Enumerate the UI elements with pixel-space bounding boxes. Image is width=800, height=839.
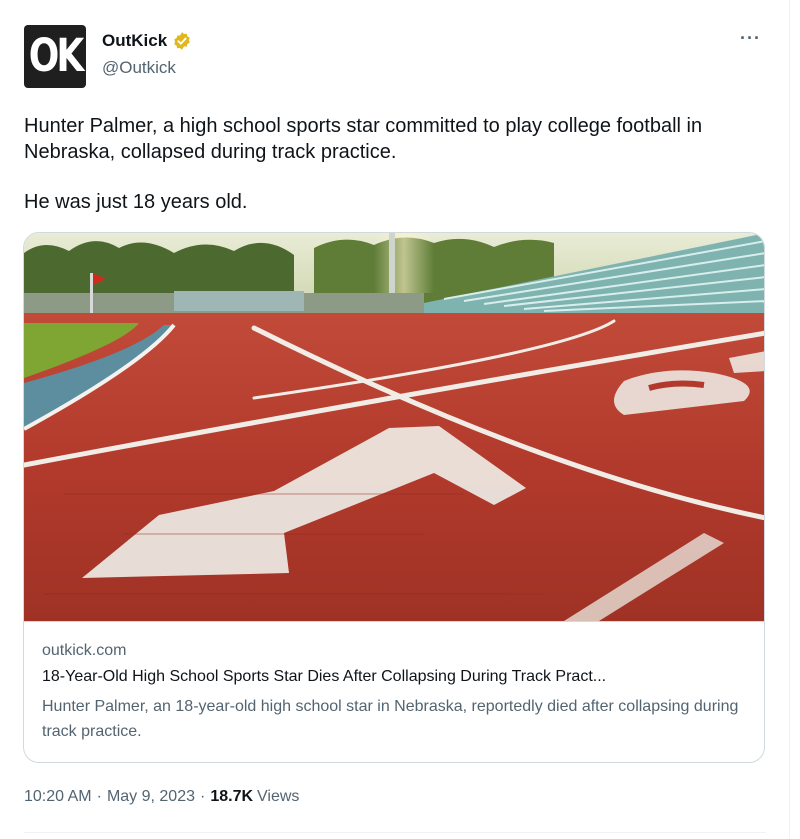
- card-domain: outkick.com: [42, 642, 127, 659]
- link-card[interactable]: outkick.com 18-Year-Old High School Spor…: [23, 232, 765, 763]
- more-dots-icon[interactable]: ···: [740, 28, 761, 49]
- verified-badge-icon: [174, 32, 190, 50]
- author-handle[interactable]: @Outkick: [102, 58, 176, 78]
- meta-separator: ·: [200, 788, 206, 805]
- views-label[interactable]: Views: [257, 788, 299, 806]
- tweet-date[interactable]: May 9, 2023: [107, 788, 195, 806]
- display-name[interactable]: OutKick: [102, 31, 167, 51]
- meta-separator: ·: [96, 788, 102, 805]
- track-lanes-photo[interactable]: [24, 233, 765, 621]
- card-title: 18-Year-Old High School Sports Star Dies…: [42, 668, 607, 685]
- views-count[interactable]: 18.7K: [210, 788, 253, 806]
- tweet-meta: 10:20 AM · May 9, 2023 · 18.7K Views: [24, 788, 299, 806]
- tweet-text: Hunter Palmer, a high school sports star…: [24, 113, 744, 215]
- author-name-row: OutKick: [102, 31, 192, 51]
- avatar[interactable]: OK: [24, 25, 86, 88]
- link-card-body[interactable]: outkick.com 18-Year-Old High School Spor…: [24, 621, 764, 762]
- avatar-logo-text: OK: [28, 30, 84, 83]
- card-description: Hunter Palmer, an 18-year-old high schoo…: [42, 698, 739, 740]
- tweet-time[interactable]: 10:20 AM: [24, 788, 92, 806]
- tweet-paragraph: He was just 18 years old.: [24, 191, 248, 213]
- tweet-paragraph: Hunter Palmer, a high school sports star…: [24, 115, 703, 163]
- tweet[interactable]: OK OutKick @Outkick ··· Hunter Palmer, a…: [0, 0, 790, 839]
- divider: [24, 832, 766, 833]
